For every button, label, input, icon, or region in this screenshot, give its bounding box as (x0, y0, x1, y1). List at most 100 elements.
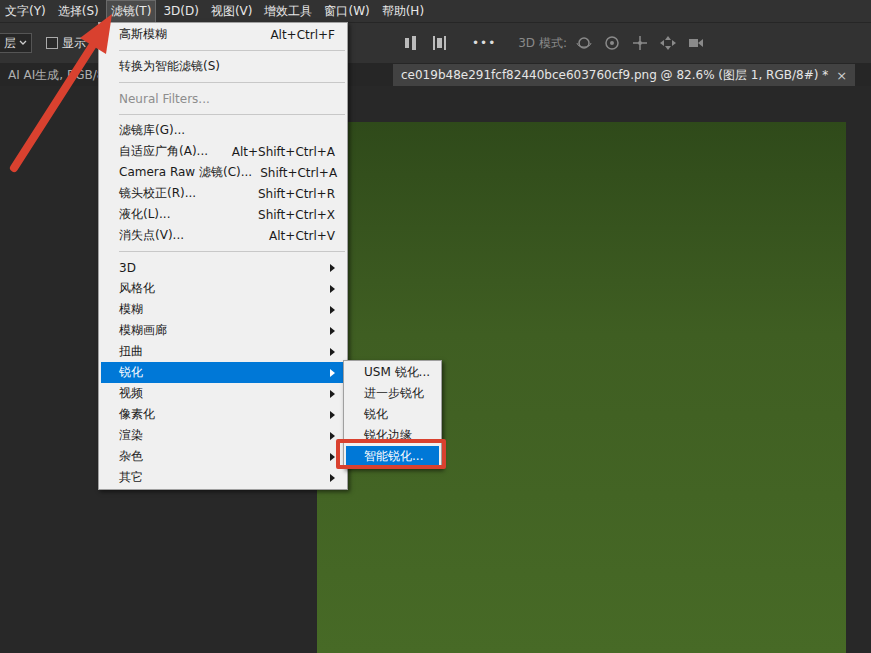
menu-bar-item[interactable]: 3D(D) (159, 2, 202, 20)
menu-item-label: 消失点(V)... (119, 227, 261, 244)
menu-item[interactable]: 转换为智能滤镜(S) (101, 56, 345, 77)
menu-bar-item[interactable]: 帮助(H) (378, 1, 428, 22)
menu-item: Neural Filters... (101, 88, 345, 109)
menu-item[interactable]: 锐化 (101, 362, 345, 383)
menu-item-shortcut: Alt+Shift+Ctrl+A (232, 145, 335, 159)
menu-separator (101, 109, 345, 120)
menu-item[interactable]: 滤镜库(G)... (101, 120, 345, 141)
menu-item[interactable]: 高斯模糊 Alt+Ctrl+F (101, 24, 345, 45)
submenu-arrow-icon (330, 411, 335, 419)
menu-item-label: 高斯模糊 (119, 26, 262, 43)
roll-icon[interactable] (603, 35, 621, 51)
menu-item[interactable]: Camera Raw 滤镜(C)... Shift+Ctrl+A (101, 162, 345, 183)
orbit-icon[interactable] (575, 35, 593, 51)
menu-item[interactable]: 杂色 (101, 446, 345, 467)
menu-item-label: 滤镜库(G)... (119, 122, 335, 139)
annotation-arrow-icon (0, 0, 140, 190)
menu-bar-item[interactable]: 窗口(W) (320, 1, 373, 22)
separator-line (119, 251, 345, 252)
submenu-item[interactable]: 智能锐化... (346, 446, 439, 467)
chevron-icon[interactable] (19, 40, 27, 46)
menu-item[interactable]: 扭曲 (101, 341, 345, 362)
tab-label: ce019b48e291fcf82440bce603760cf9.png @ 8… (401, 67, 828, 84)
menu-bar-item[interactable]: 选择(S) (54, 1, 103, 22)
align-icon[interactable] (432, 35, 446, 51)
submenu-arrow-icon (330, 348, 335, 356)
submenu-item-label: 锐化边缘 (364, 427, 433, 444)
submenu-item[interactable]: 锐化边缘 (346, 425, 439, 446)
camera-icon[interactable] (687, 35, 705, 51)
submenu-item[interactable]: USM 锐化... (346, 362, 439, 383)
checkbox-label: 显示 (62, 35, 86, 52)
submenu-item-label: USM 锐化... (364, 364, 433, 381)
menu-bar-item[interactable]: 文字(Y) (1, 1, 50, 22)
menu-item-label: 扭曲 (119, 343, 330, 360)
menu-separator (101, 246, 345, 257)
submenu-item-label: 进一步锐化 (364, 385, 433, 402)
menu-item-shortcut: Alt+Ctrl+F (270, 28, 335, 42)
submenu-item[interactable]: 进一步锐化 (346, 383, 439, 404)
menu-bar-item[interactable]: 视图(V) (207, 1, 257, 22)
menu-item-label: Neural Filters... (119, 92, 335, 106)
layer-select-value: 层 (4, 35, 16, 52)
submenu-item-label: 智能锐化... (364, 448, 433, 465)
menu-item[interactable]: 模糊 (101, 299, 345, 320)
menu-item-label: 自适应广角(A)... (119, 143, 224, 160)
menu-item[interactable]: 3D (101, 257, 345, 278)
menu-item-label: 模糊 (119, 301, 330, 318)
submenu-arrow-icon (330, 390, 335, 398)
menu-bar: 文字(Y)选择(S)滤镜(T)3D(D) 视图(V)增效工具窗口(W)帮助(H) (0, 0, 871, 22)
menu-item[interactable]: 风格化 (101, 278, 345, 299)
separator-line (119, 82, 345, 83)
menu-item-label: 风格化 (119, 280, 330, 297)
distribute-icon[interactable] (404, 35, 418, 51)
menu-item[interactable]: 镜头校正(R)...Shift+Ctrl+R (101, 183, 345, 204)
3d-mode-label: 3D 模式: (518, 35, 567, 52)
menu-item-label: 视频 (119, 385, 330, 402)
menu-item-label: 液化(L)... (119, 206, 250, 223)
document-tab[interactable]: ce019b48e291fcf82440bce603760cf9.png @ 8… (393, 64, 855, 86)
menu-separator (101, 45, 345, 56)
menu-item-shortcut: Shift+Ctrl+X (258, 208, 335, 222)
menu-item[interactable]: 视频 (101, 383, 345, 404)
submenu-arrow-icon (330, 285, 335, 293)
submenu-arrow-icon (330, 432, 335, 440)
separator-line (119, 50, 345, 51)
3d-mode-icons (575, 35, 705, 51)
menu-bar-item[interactable]: 滤镜(T) (107, 1, 156, 22)
submenu-arrow-icon (330, 474, 335, 482)
menu-item[interactable]: 像素化 (101, 404, 345, 425)
submenu-item-label: 锐化 (364, 406, 433, 423)
submenu-arrow-icon (330, 264, 335, 272)
submenu-item[interactable]: 锐化 (346, 404, 439, 425)
annotation-box (336, 439, 446, 469)
more-button[interactable]: ••• (472, 36, 496, 50)
menu-item-label: 像素化 (119, 406, 330, 423)
layer-select[interactable]: 层 (0, 33, 32, 53)
menu-item-shortcut: Alt+Ctrl+V (269, 229, 335, 243)
submenu-arrow-icon (330, 369, 335, 377)
show-checkbox[interactable]: 显示 (46, 35, 86, 52)
menu-item-label: Camera Raw 滤镜(C)... (119, 164, 252, 181)
submenu-arrow-icon (330, 453, 335, 461)
menu-item-shortcut: Shift+Ctrl+A (260, 166, 337, 180)
menu-bar-item[interactable]: 增效工具 (260, 1, 316, 22)
menu-item-label: 镜头校正(R)... (119, 185, 250, 202)
menu-item-label: 模糊画廊 (119, 322, 330, 339)
tab-close-button[interactable]: × (836, 68, 847, 83)
menu-item[interactable]: 其它 (101, 467, 345, 488)
menu-item[interactable]: 渲染 (101, 425, 345, 446)
menu-item[interactable]: 自适应广角(A)... Alt+Shift+Ctrl+A (101, 141, 345, 162)
submenu-arrow-icon (330, 306, 335, 314)
filter-menu: 高斯模糊 Alt+Ctrl+F 转换为智能滤镜(S) Neural Filters..… (98, 22, 348, 490)
align-icons (404, 35, 446, 51)
menu-item-label: 锐化 (119, 364, 330, 381)
menu-item[interactable]: 液化(L)... Shift+Ctrl+X (101, 204, 345, 225)
menu-item[interactable]: 模糊画廊 (101, 320, 345, 341)
menu-item-label: 转换为智能滤镜(S) (119, 58, 335, 75)
sharpen-submenu: USM 锐化... 进一步锐化锐化锐化边缘智能锐化... (343, 360, 442, 469)
slide-icon[interactable] (659, 35, 677, 51)
checkbox-box[interactable] (46, 37, 58, 49)
drag-icon[interactable] (631, 35, 649, 51)
menu-item[interactable]: 消失点(V)... Alt+Ctrl+V (101, 225, 345, 246)
